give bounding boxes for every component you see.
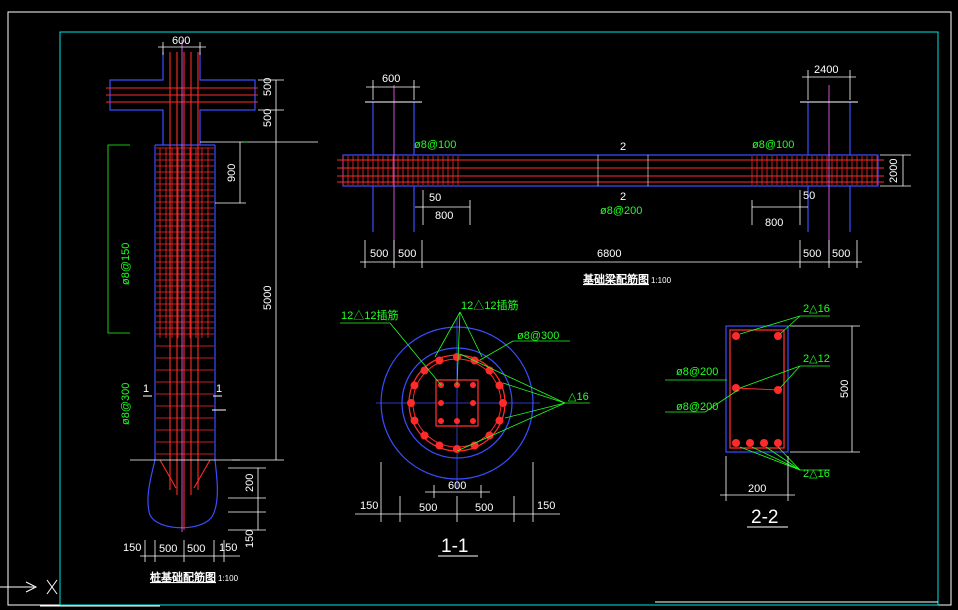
beam-drawing-scale: 1:100 <box>651 276 672 285</box>
section-1-dim-500-right: 500 <box>475 502 493 514</box>
pile-dim-500-a: 500 <box>262 78 274 96</box>
pile-section-mark-left: 1 <box>143 383 149 395</box>
pile-bottom-dim-150-left: 150 <box>123 542 141 554</box>
pile-dim-5000: 5000 <box>262 286 274 310</box>
beam-dim-800-left: 800 <box>435 210 453 222</box>
beam-top-left-dim: 600 <box>382 73 400 85</box>
section-1-dim-500-left: 500 <box>419 502 437 514</box>
beam-stirrup-left: ø8@100 <box>414 139 456 151</box>
section-1-dowel-left: 12△12插筋 <box>341 308 398 322</box>
beam-drawing-title: 基础梁配筋图 <box>582 272 649 286</box>
section-1-rebar-dot <box>495 381 504 390</box>
beam-top-right-dim: 2400 <box>814 64 838 76</box>
beam-bottom-dim-500-c: 500 <box>803 248 821 260</box>
beam-stirrup-right: ø8@100 <box>752 139 794 151</box>
section-2-top-bars: 2△16 <box>803 303 830 315</box>
section-1-rebar-dot <box>410 416 419 425</box>
pile-base-dim-200: 200 <box>244 474 256 492</box>
section-1-rebar-dot <box>495 416 504 425</box>
pile-drawing-title: 桩基础配筋图 <box>150 570 216 584</box>
cad-drawing-canvas[interactable]: 600 500 500 900 5000 ø8@150 ø8@300 1 1 2… <box>0 0 958 610</box>
section-1-label: 1-1 <box>441 536 468 557</box>
section-1-dim-150-left: 150 <box>360 500 378 512</box>
beam-bottom-dim-500-d: 500 <box>832 248 850 260</box>
beam-mark-bottom: 2 <box>620 191 626 203</box>
section-1-rebar-dot <box>420 366 429 375</box>
beam-dim-50-left: 50 <box>429 192 441 204</box>
pile-dim-900: 900 <box>226 164 238 182</box>
beam-dim-800-right: 800 <box>765 217 783 229</box>
pile-bottom-dim-500-right: 500 <box>187 543 205 555</box>
section-1-rebar-dot <box>410 381 419 390</box>
section-2-height-dim: 500 <box>839 380 851 398</box>
beam-mark-top: 2 <box>620 141 626 153</box>
section-1-rebar-dot <box>499 399 507 407</box>
beam-bottom-dim-500-b: 500 <box>398 248 416 260</box>
section-2-stirrup-1: ø8@200 <box>676 366 718 378</box>
pile-rebar-label-150: ø8@150 <box>120 243 132 285</box>
beam-dim-50-right: 50 <box>803 190 815 202</box>
section-1-rebar-dot <box>435 356 444 365</box>
pile-base-dim-150: 150 <box>244 530 256 548</box>
section-1-rebar-dot <box>435 441 444 450</box>
section-1-main-bar: △16 <box>568 391 589 403</box>
beam-bottom-dim-6800: 6800 <box>597 248 621 260</box>
section-1-dim-150-right: 150 <box>537 500 555 512</box>
section-1-dowel-top: 12△12插筋 <box>461 298 518 312</box>
beam-stirrup-mid: ø8@200 <box>600 205 642 217</box>
section-1-rebar-dot <box>453 353 461 361</box>
section-1-rebar-dot <box>470 441 479 450</box>
section-1-rebar-dot <box>453 445 461 453</box>
section-1-dim-600: 600 <box>448 480 466 492</box>
pile-top-dim: 600 <box>172 35 190 47</box>
section-1-stirrup: ø8@300 <box>517 330 559 342</box>
pile-rebar-label-300: ø8@300 <box>120 383 132 425</box>
section-2-stirrup-2: ø8@200 <box>676 401 718 413</box>
section-2-label: 2-2 <box>751 507 778 528</box>
pile-drawing-scale: 1:100 <box>218 574 239 583</box>
section-2-bottom-bars: 2△16 <box>803 468 830 480</box>
pile-section-mark-right: 1 <box>216 383 222 395</box>
section-1-rebar-dot <box>420 431 429 440</box>
pile-bottom-dim-150-right: 150 <box>219 542 237 554</box>
section-2-width-dim: 200 <box>748 483 766 495</box>
section-1-rebar-dot <box>407 399 415 407</box>
beam-bottom-dim-500-a: 500 <box>370 248 388 260</box>
pile-dim-500-b: 500 <box>262 109 274 127</box>
section-2-mid-bars: 2△12 <box>803 353 830 365</box>
pile-bottom-dim-500-left: 500 <box>159 543 177 555</box>
beam-right-dim: 2000 <box>888 159 900 183</box>
